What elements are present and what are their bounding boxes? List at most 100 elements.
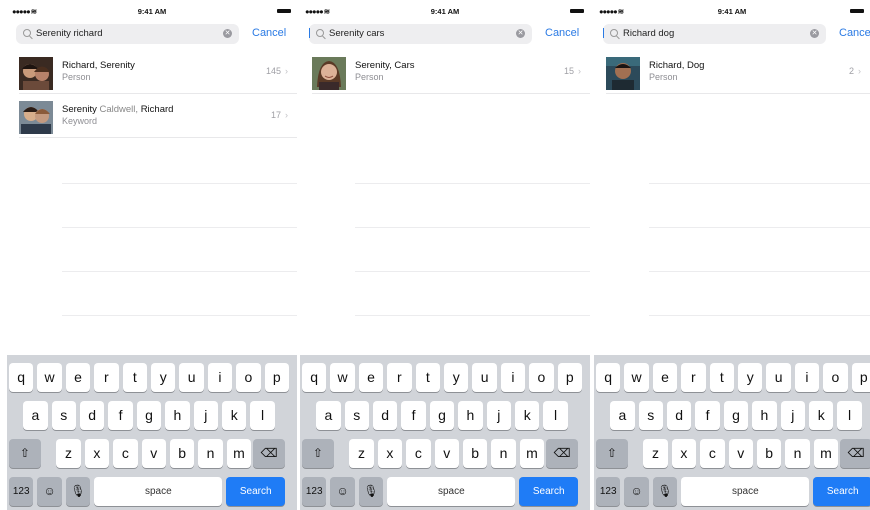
key-f[interactable]: f xyxy=(401,401,426,430)
key-i[interactable]: i xyxy=(500,363,526,392)
key-a[interactable]: a xyxy=(610,401,635,430)
key-k[interactable]: k xyxy=(809,401,834,430)
key-e[interactable]: e xyxy=(65,363,91,392)
shift-icon[interactable]: ⇧ xyxy=(9,439,41,468)
key-s[interactable]: s xyxy=(344,401,369,430)
key-u[interactable]: u xyxy=(766,363,791,392)
key-b[interactable]: b xyxy=(756,439,782,468)
key-b[interactable]: b xyxy=(169,439,195,468)
key-c[interactable]: c xyxy=(113,439,138,468)
key-h[interactable]: h xyxy=(458,401,483,430)
emoji-icon[interactable]: ☺ xyxy=(330,477,355,506)
key-o[interactable]: o xyxy=(529,363,554,392)
shift-icon[interactable]: ⇧ xyxy=(302,439,334,468)
key-y[interactable]: y xyxy=(444,363,469,392)
key-i[interactable]: i xyxy=(794,363,820,392)
key-n[interactable]: n xyxy=(785,439,810,468)
key-d[interactable]: d xyxy=(80,401,105,430)
key-t[interactable]: t xyxy=(122,363,147,392)
cancel-button[interactable]: Cancel xyxy=(839,27,870,39)
key-m[interactable]: m xyxy=(226,439,252,468)
key-e[interactable]: e xyxy=(652,363,678,392)
microphone-icon[interactable]: 🎙 xyxy=(652,477,678,506)
emoji-icon[interactable]: ☺ xyxy=(37,477,62,506)
key-p[interactable]: p xyxy=(851,363,870,392)
space-key[interactable]: space xyxy=(94,477,223,506)
key-k[interactable]: k xyxy=(515,401,540,430)
key-t[interactable]: t xyxy=(709,363,734,392)
key-b[interactable]: b xyxy=(462,439,488,468)
key-a[interactable]: a xyxy=(316,401,341,430)
key-t[interactable]: t xyxy=(415,363,440,392)
cancel-button[interactable]: Cancel xyxy=(252,27,286,39)
search-input[interactable]: Serenity cars ✕ xyxy=(309,24,532,44)
numbers-key[interactable]: 123 xyxy=(302,477,327,506)
key-l[interactable]: l xyxy=(837,401,862,430)
key-u[interactable]: u xyxy=(472,363,497,392)
microphone-icon[interactable]: 🎙 xyxy=(358,477,384,506)
key-n[interactable]: n xyxy=(198,439,223,468)
key-h[interactable]: h xyxy=(752,401,777,430)
key-f[interactable]: f xyxy=(108,401,133,430)
search-query[interactable]: Richard dog xyxy=(623,28,674,39)
key-q[interactable]: q xyxy=(9,363,34,392)
key-o[interactable]: o xyxy=(823,363,848,392)
result-row[interactable]: Serenity, Cars Person 15 › xyxy=(312,50,590,94)
search-key[interactable]: Search xyxy=(519,477,578,506)
key-c[interactable]: c xyxy=(700,439,725,468)
key-g[interactable]: g xyxy=(136,401,162,430)
key-k[interactable]: k xyxy=(222,401,247,430)
backspace-icon[interactable]: ⌫ xyxy=(253,439,285,468)
key-j[interactable]: j xyxy=(780,401,805,430)
clear-text-icon[interactable]: ✕ xyxy=(516,29,525,38)
key-p[interactable]: p xyxy=(264,363,289,392)
space-key[interactable]: space xyxy=(387,477,516,506)
key-o[interactable]: o xyxy=(236,363,261,392)
cancel-button[interactable]: Cancel xyxy=(545,27,579,39)
key-q[interactable]: q xyxy=(302,363,327,392)
search-input[interactable]: Serenity richard ✕ xyxy=(16,24,239,44)
search-query[interactable]: Serenity richard xyxy=(36,28,103,39)
backspace-icon[interactable]: ⌫ xyxy=(546,439,578,468)
key-x[interactable]: x xyxy=(671,439,697,468)
key-m[interactable]: m xyxy=(519,439,545,468)
key-i[interactable]: i xyxy=(207,363,233,392)
key-s[interactable]: s xyxy=(51,401,76,430)
result-row[interactable]: Richard, Dog Person 2 › xyxy=(606,50,870,94)
key-l[interactable]: l xyxy=(250,401,275,430)
key-j[interactable]: j xyxy=(193,401,218,430)
key-x[interactable]: x xyxy=(84,439,110,468)
key-w[interactable]: w xyxy=(37,363,62,392)
key-s[interactable]: s xyxy=(638,401,663,430)
key-l[interactable]: l xyxy=(543,401,568,430)
clear-text-icon[interactable]: ✕ xyxy=(223,29,232,38)
key-q[interactable]: q xyxy=(596,363,621,392)
key-u[interactable]: u xyxy=(179,363,204,392)
key-m[interactable]: m xyxy=(813,439,839,468)
search-key[interactable]: Search xyxy=(226,477,285,506)
result-row[interactable]: Serenity Caldwell, Richard Keyword 17 › xyxy=(19,94,297,138)
key-p[interactable]: p xyxy=(557,363,582,392)
search-key[interactable]: Search xyxy=(813,477,870,506)
search-query[interactable]: Serenity cars xyxy=(329,28,384,39)
key-d[interactable]: d xyxy=(667,401,692,430)
key-y[interactable]: y xyxy=(738,363,763,392)
key-w[interactable]: w xyxy=(330,363,355,392)
shift-icon[interactable]: ⇧ xyxy=(596,439,628,468)
numbers-key[interactable]: 123 xyxy=(9,477,34,506)
key-v[interactable]: v xyxy=(728,439,753,468)
key-r[interactable]: r xyxy=(94,363,119,392)
key-z[interactable]: z xyxy=(643,439,668,468)
key-r[interactable]: r xyxy=(681,363,706,392)
microphone-icon[interactable]: 🎙 xyxy=(65,477,91,506)
key-n[interactable]: n xyxy=(491,439,516,468)
emoji-icon[interactable]: ☺ xyxy=(624,477,649,506)
key-z[interactable]: z xyxy=(56,439,81,468)
key-f[interactable]: f xyxy=(695,401,720,430)
key-g[interactable]: g xyxy=(429,401,455,430)
key-x[interactable]: x xyxy=(377,439,403,468)
key-e[interactable]: e xyxy=(358,363,384,392)
key-v[interactable]: v xyxy=(141,439,166,468)
space-key[interactable]: space xyxy=(681,477,810,506)
key-h[interactable]: h xyxy=(165,401,190,430)
